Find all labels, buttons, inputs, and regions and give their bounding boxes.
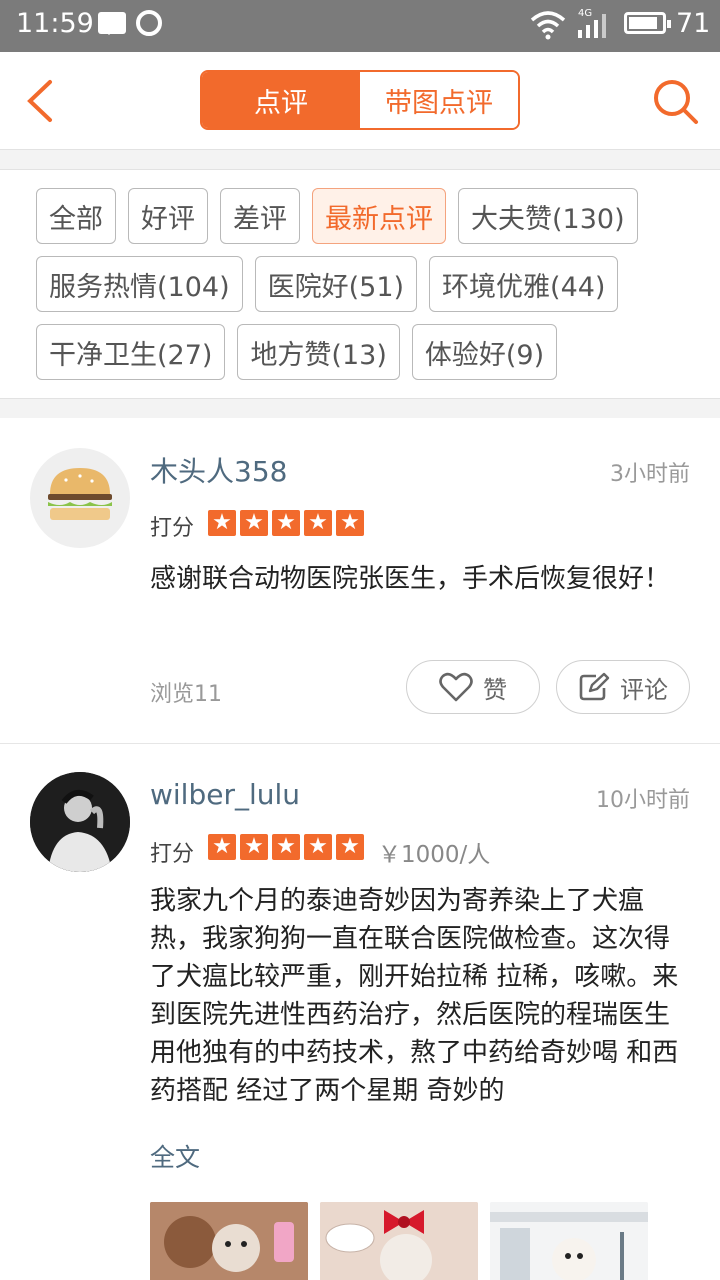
filter-tags: 全部 好评 差评 最新点评 大夫赞(130) 服务热情(104) 医院好(51)… [0,170,720,398]
like-button[interactable]: 赞 [406,660,540,714]
avatar[interactable] [30,772,130,872]
review-username[interactable]: wilber_lulu [150,778,300,811]
star-icon: ★ [240,510,268,536]
section-gap [0,150,720,170]
view-count: 浏览11 [150,682,222,707]
search-icon[interactable] [650,76,700,126]
star-icon: ★ [208,834,236,860]
tag-row: 服务热情(104) 医院好(51) 环境优雅(44) [36,256,619,312]
dog-photo-icon [150,1202,308,1280]
review-text: 我家九个月的泰迪奇妙因为寄养染上了犬瘟热，我家狗狗一直在联合医院做检查。这次得了… [150,886,679,1106]
score-label: 打分 [150,516,195,541]
user-photo-icon [30,772,130,872]
tag-experience[interactable]: 体验好(9) [411,324,558,380]
star-icon: ★ [240,834,268,860]
tag-latest[interactable]: 最新点评 [312,188,446,244]
like-label: 赞 [483,675,507,704]
dog-bow-photo-icon [320,1202,478,1280]
star-icon: ★ [208,510,236,536]
status-bar: 11:59 4G 71 [0,0,720,52]
edit-icon [579,672,610,701]
star-icon: ★ [336,510,364,536]
star-rating: ★ ★ ★ ★ ★ [208,510,364,536]
review-text: 感谢联合动物医院张医生，手术后恢复很好！ [150,564,671,594]
star-icon: ★ [272,510,300,536]
star-icon: ★ [304,510,332,536]
review-photo[interactable] [320,1202,478,1280]
tag-environment[interactable]: 环境优雅(44) [429,256,619,312]
tag-negative[interactable]: 差评 [220,188,300,244]
review-username[interactable]: 木头人358 [150,450,287,490]
message-icon [98,12,126,35]
star-rating: ★ ★ ★ ★ ★ [208,834,364,860]
tab-reviews[interactable]: 点评 [202,72,360,128]
tag-positive[interactable]: 好评 [128,188,208,244]
section-gap [0,398,720,418]
comment-button[interactable]: 评论 [556,660,690,714]
heart-icon [439,672,473,702]
review-time: 3小时前 [610,462,690,487]
wifi-icon [530,11,566,40]
review-type-switch: 点评 带图点评 [200,70,520,130]
price-per-person: ￥1000/人 [378,842,491,868]
star-icon: ★ [272,834,300,860]
sync-icon [136,10,162,36]
signal-icon [578,14,606,38]
avatar[interactable] [30,448,130,548]
full-text-link[interactable]: 全文 [150,1138,200,1174]
burger-icon [48,468,112,520]
tag-doctor-praise[interactable]: 大夫赞(130) [458,188,638,244]
tab-photo-reviews[interactable]: 带图点评 [360,72,518,128]
tag-all[interactable]: 全部 [36,188,116,244]
review-time: 10小时前 [596,788,690,813]
review-item: 木头人358 3小时前 打分 ★ ★ ★ ★ ★ 感谢联合动物医院张医生，手术后… [0,418,720,744]
status-time: 11:59 [16,8,94,39]
review-item: wilber_lulu 10小时前 打分 ★ ★ ★ ★ ★ ￥1000/人 我… [0,744,720,1280]
battery-icon [624,12,671,34]
tag-clean[interactable]: 干净卫生(27) [36,324,226,380]
tag-row: 全部 好评 差评 最新点评 大夫赞(130) [36,188,638,244]
battery-level: 71 [676,8,711,39]
tag-place-praise[interactable]: 地方赞(13) [237,324,400,380]
star-icon: ★ [304,834,332,860]
review-photo[interactable] [150,1202,308,1280]
clinic-dog-photo-icon [490,1202,648,1280]
tag-row: 干净卫生(27) 地方赞(13) 体验好(9) [36,324,558,380]
review-photo[interactable] [490,1202,648,1280]
tag-service[interactable]: 服务热情(104) [36,256,243,312]
star-icon: ★ [336,834,364,860]
score-label: 打分 [150,842,195,867]
nav-bar: 点评 带图点评 [0,52,720,150]
back-icon[interactable] [20,78,60,124]
comment-label: 评论 [620,675,668,704]
tag-hospital-good[interactable]: 医院好(51) [254,256,418,312]
